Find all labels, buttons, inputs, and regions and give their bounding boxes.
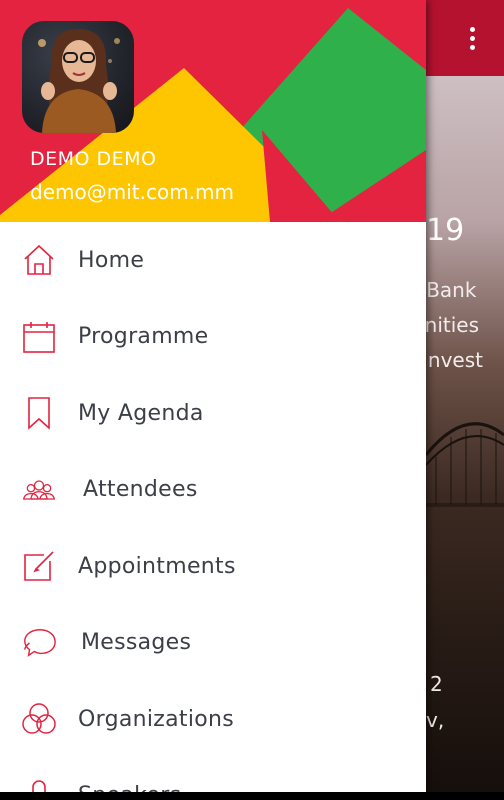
menu-item-speakers[interactable]: Speakers xyxy=(0,758,426,792)
background-title-text: 19 xyxy=(426,213,465,248)
bridge-silhouette-icon xyxy=(426,422,504,507)
user-email: demo@mit.com.mm xyxy=(30,180,234,204)
overflow-dot-icon xyxy=(469,35,475,41)
background-body-line: 2 xyxy=(430,672,443,696)
menu-item-label: Home xyxy=(78,247,145,273)
menu-item-my-agenda[interactable]: My Agenda xyxy=(0,375,426,452)
microphone-icon xyxy=(21,778,57,792)
system-navigation-bar xyxy=(0,792,504,800)
rings-icon xyxy=(21,701,57,737)
drawer-menu: Home Programme My Agenda Attendees Appoi… xyxy=(0,222,426,792)
background-body-line: v, xyxy=(426,708,445,732)
user-name: DEMO DEMO xyxy=(30,148,157,170)
overflow-dot-icon xyxy=(469,26,475,32)
bookmark-icon xyxy=(21,395,57,431)
menu-item-label: Programme xyxy=(78,324,209,350)
avatar[interactable] xyxy=(22,21,134,133)
menu-item-attendees[interactable]: Attendees xyxy=(0,452,426,529)
menu-item-organizations[interactable]: Organizations xyxy=(0,681,426,758)
menu-item-label: Messages xyxy=(81,630,192,656)
menu-item-label: Appointments xyxy=(78,553,236,579)
menu-item-label: My Agenda xyxy=(78,400,204,426)
menu-item-label: Attendees xyxy=(83,477,198,503)
navigation-drawer: DEMO DEMO demo@mit.com.mm Home Programme xyxy=(0,0,426,792)
edit-icon xyxy=(21,548,57,584)
drawer-header: DEMO DEMO demo@mit.com.mm xyxy=(0,0,426,222)
people-icon xyxy=(21,472,57,508)
overflow-menu-button[interactable] xyxy=(452,18,492,58)
menu-item-home[interactable]: Home xyxy=(0,222,426,299)
overflow-dot-icon xyxy=(469,44,475,50)
chat-icon xyxy=(21,625,57,661)
menu-item-programme[interactable]: Programme xyxy=(0,299,426,376)
home-icon xyxy=(21,242,57,278)
background-body-line: Invest xyxy=(422,348,483,372)
calendar-icon xyxy=(21,319,57,355)
menu-item-label: Organizations xyxy=(78,706,235,732)
menu-item-messages[interactable]: Messages xyxy=(0,605,426,682)
menu-item-appointments[interactable]: Appointments xyxy=(0,528,426,605)
user-photo-icon xyxy=(38,29,120,133)
menu-item-label: Speakers xyxy=(78,783,181,792)
